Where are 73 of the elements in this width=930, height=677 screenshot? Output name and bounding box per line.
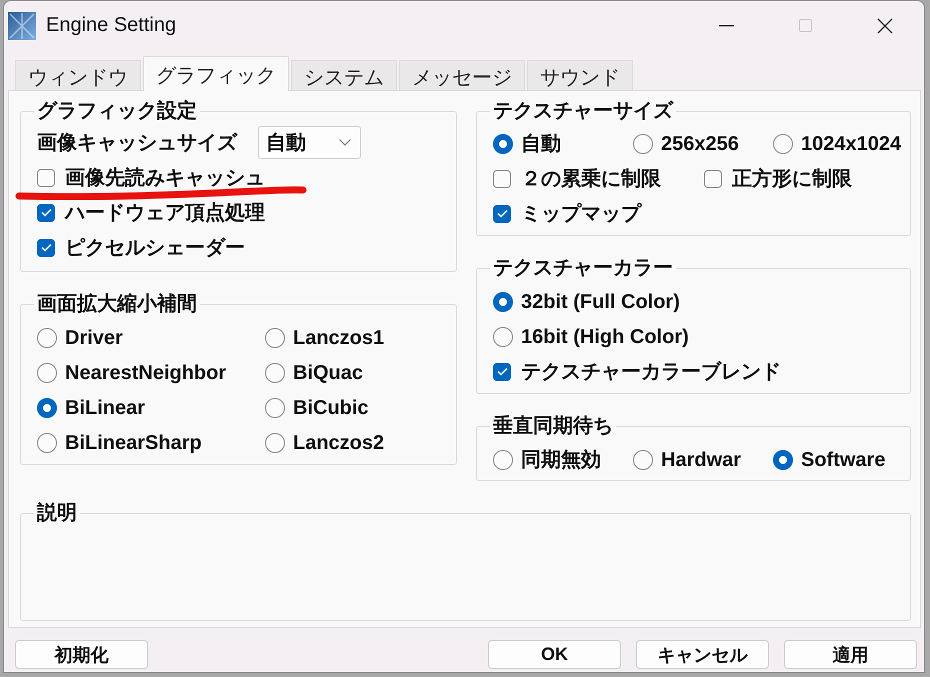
radio-button[interactable] [633, 450, 653, 470]
radio-button[interactable] [773, 450, 793, 470]
radio-label: BiLinear [65, 396, 146, 418]
window-title: Engine Setting [46, 14, 178, 37]
radio-label: Lanczos2 [293, 432, 384, 454]
tab[interactable]: サウンド [527, 60, 633, 90]
checkbox-label: 画像先読みキャッシュ [65, 166, 265, 188]
radio-button[interactable] [37, 398, 57, 418]
group-title: テクスチャーサイズ [492, 101, 675, 121]
checkbox[interactable] [704, 170, 722, 188]
tab[interactable]: システム [291, 60, 397, 90]
reset-button[interactable]: 初期化 [15, 640, 148, 669]
checkbox[interactable] [493, 170, 511, 188]
radio-button[interactable] [265, 398, 285, 418]
checkbox[interactable] [37, 168, 55, 186]
radio-button[interactable] [493, 134, 513, 154]
group-title: テクスチャーカラー [492, 258, 674, 278]
radio-button[interactable] [265, 362, 285, 382]
radio-label: Hardwar [661, 448, 742, 470]
field-label: 画像キャッシュサイズ [37, 132, 237, 154]
maximize-icon [799, 19, 812, 32]
radio-label: 同期無効 [521, 448, 601, 470]
radio-label: 1024x1024 [801, 132, 902, 154]
checkbox-label: ミップマップ [521, 202, 641, 224]
radio-button[interactable] [633, 134, 653, 154]
group-title: 画面拡大縮小補間 [36, 294, 198, 314]
radio-button[interactable] [37, 362, 57, 382]
radio-button[interactable] [493, 326, 513, 346]
radio-label: Driver [65, 326, 123, 348]
checkbox-label: ２の累乗に制限 [521, 168, 661, 190]
radio-button[interactable] [265, 432, 285, 452]
checkbox[interactable] [493, 362, 511, 380]
ok-button[interactable]: OK [488, 640, 621, 669]
radio-button[interactable] [37, 432, 57, 452]
radio-button[interactable] [493, 292, 513, 312]
radio-label: NearestNeighbor [65, 362, 226, 384]
check-icon [496, 209, 508, 218]
tab[interactable]: ウィンドウ [15, 60, 141, 90]
radio-label: 16bit (High Color) [521, 326, 689, 348]
checkbox-label: 正方形に制限 [732, 168, 852, 190]
radio-label: BiLinearSharp [65, 432, 202, 454]
checkbox-label: テクスチャーカラーブレンド [521, 360, 781, 382]
radio-label: BiQuac [293, 362, 364, 384]
check-icon [496, 367, 508, 376]
cancel-button[interactable]: キャンセル [636, 640, 769, 669]
check-icon [40, 208, 52, 217]
radio-button[interactable] [265, 328, 285, 348]
checkbox[interactable] [493, 204, 511, 222]
checkbox-label: ハードウェア頂点処理 [65, 202, 265, 224]
checkbox[interactable] [37, 204, 55, 222]
radio-label: Software [801, 448, 886, 470]
radio-label: Lanczos1 [293, 326, 384, 348]
radio-button[interactable] [493, 450, 513, 470]
checkbox-label: ピクセルシェーダー [65, 236, 245, 258]
radio-label: 256x256 [661, 132, 739, 154]
apply-button[interactable]: 適用 [784, 640, 917, 669]
tab[interactable]: メッセージ [399, 60, 525, 90]
chevron-down-icon [339, 139, 351, 146]
radio-label: BiCubic [293, 396, 369, 418]
check-icon [40, 243, 52, 252]
tab[interactable]: グラフィック [143, 56, 289, 91]
group-title: グラフィック設定 [36, 101, 198, 121]
radio-button[interactable] [37, 328, 57, 348]
group-title: 垂直同期待ち [492, 416, 614, 436]
group-title: 説明 [36, 503, 78, 523]
radio-button[interactable] [773, 134, 793, 154]
app-icon [8, 12, 36, 40]
dropdown[interactable]: 自動 [258, 126, 361, 159]
radio-label: 自動 [521, 132, 561, 154]
checkbox[interactable] [37, 238, 55, 256]
close-icon [876, 18, 892, 34]
minimize-icon [719, 24, 734, 26]
radio-label: 32bit (Full Color) [521, 290, 680, 312]
